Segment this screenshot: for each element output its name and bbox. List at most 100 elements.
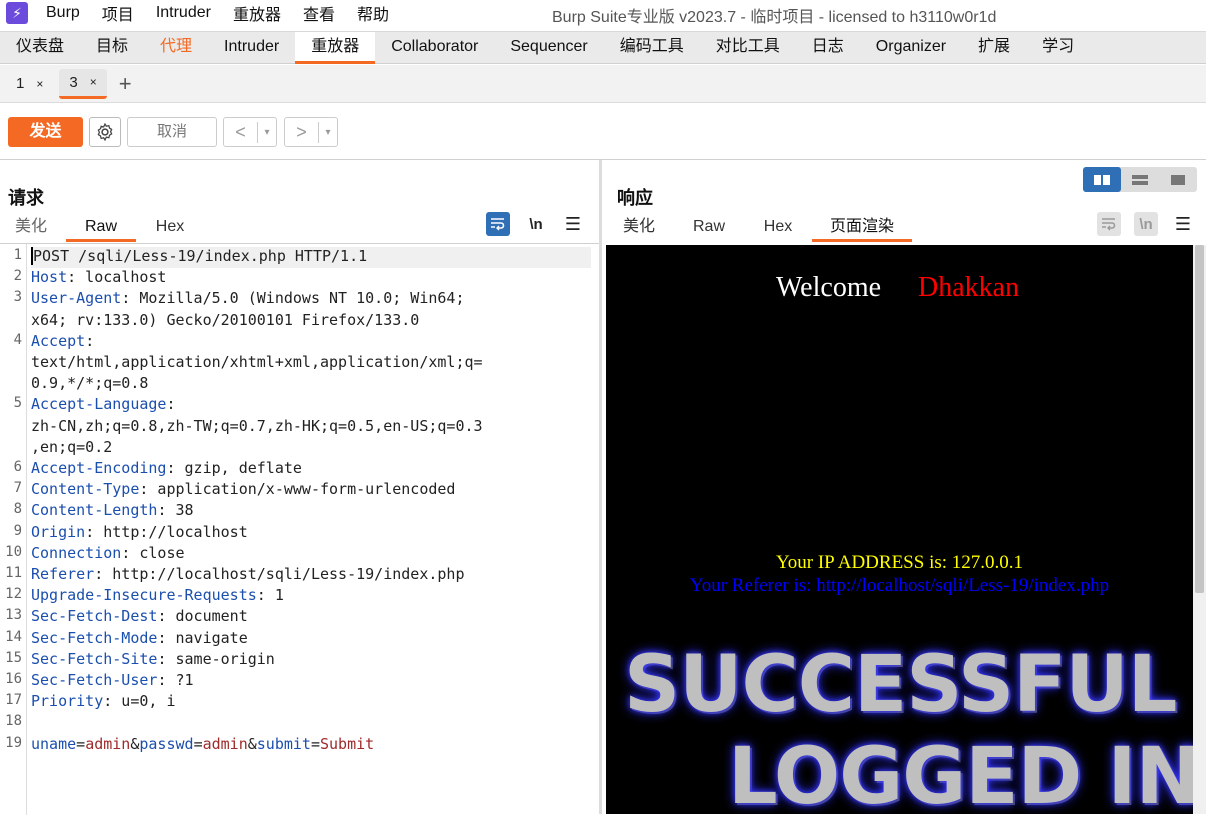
- code-text: &: [247, 734, 257, 753]
- response-tab-pretty[interactable]: 美化: [616, 215, 662, 242]
- tab-collaborator[interactable]: Collaborator: [375, 32, 494, 64]
- add-tab-icon[interactable]: +: [119, 71, 132, 97]
- code-line[interactable]: POST /sqli/Less-19/index.php HTTP/1.1: [31, 247, 591, 269]
- code-value: admin: [202, 734, 248, 753]
- tab-repeater[interactable]: 重放器: [295, 32, 376, 64]
- settings-button[interactable]: [89, 117, 121, 147]
- chevron-down-icon[interactable]: ▾: [258, 127, 276, 138]
- code-line[interactable]: Origin: http://localhost: [31, 523, 591, 544]
- code-key: Sec-Fetch-Dest: [31, 607, 158, 626]
- back-arrow-icon: <: [224, 121, 258, 143]
- response-scrollbar[interactable]: [1193, 245, 1206, 814]
- code-text: : gzip, deflate: [166, 459, 302, 477]
- code-line[interactable]: Sec-Fetch-User: ?1: [31, 671, 591, 692]
- forward-button[interactable]: > ▾: [284, 117, 338, 147]
- chevron-down-icon[interactable]: ▾: [319, 127, 337, 138]
- tab-intruder[interactable]: Intruder: [208, 32, 295, 64]
- tab-logger[interactable]: 日志: [796, 32, 860, 64]
- request-tab-hex[interactable]: Hex: [146, 215, 194, 242]
- code-line[interactable]: text/html,application/xhtml+xml,applicat…: [31, 353, 591, 374]
- request-editor[interactable]: 1 POST /sqli/Less-19/index.php HTTP/1.1 2 H…: [0, 243, 599, 815]
- code-line[interactable]: Sec-Fetch-Mode: navigate: [31, 629, 591, 650]
- code-line[interactable]: [31, 713, 591, 734]
- menu-burp[interactable]: Burp: [46, 4, 80, 22]
- line-number: 5: [13, 395, 22, 412]
- tab-sequencer[interactable]: Sequencer: [494, 32, 603, 64]
- tab-proxy[interactable]: 代理: [144, 32, 208, 64]
- response-tab-raw[interactable]: Raw: [686, 215, 732, 242]
- repeater-tab-3[interactable]: 3 ×: [59, 68, 107, 99]
- code-line[interactable]: Connection: close: [31, 544, 591, 565]
- repeater-tab-1[interactable]: 1 ×: [6, 69, 53, 99]
- single-pane-icon[interactable]: [1159, 167, 1197, 192]
- code-text: :: [85, 331, 95, 350]
- menu-help[interactable]: 帮助: [357, 1, 389, 25]
- menu-icon[interactable]: ☰: [1171, 212, 1195, 236]
- code-text: =: [310, 734, 320, 753]
- close-icon[interactable]: ×: [36, 77, 43, 91]
- code-line[interactable]: 0.9,*/*;q=0.8: [31, 374, 591, 395]
- tab-dashboard[interactable]: 仪表盘: [0, 32, 80, 64]
- code-line[interactable]: uname=admin&passwd=admin&submit=Submit: [31, 735, 591, 756]
- code-text: POST /sqli/Less-19/index.php HTTP/1.1: [31, 247, 368, 265]
- code-text: zh-CN,zh;q=0.8,zh-TW;q=0.7,zh-HK;q=0.5,e…: [31, 416, 483, 435]
- panel-splitter[interactable]: [599, 160, 602, 814]
- line-number: 13: [5, 607, 22, 624]
- code-line[interactable]: Referer: http://localhost/sqli/Less-19/i…: [31, 565, 591, 586]
- repeater-toolbar: 发送 取消 < ▾ > ▾: [0, 104, 1206, 160]
- menu-repeater[interactable]: 重放器: [233, 1, 281, 25]
- code-line[interactable]: Accept-Language:: [31, 395, 591, 416]
- code-line[interactable]: Sec-Fetch-Dest: document: [31, 607, 591, 628]
- code-line[interactable]: Accept-Encoding: gzip, deflate: [31, 459, 591, 480]
- code-line[interactable]: x64; rv:133.0) Gecko/20100101 Firefox/13…: [31, 311, 591, 332]
- code-line[interactable]: Host: localhost: [31, 268, 591, 289]
- line-number: 8: [13, 501, 22, 518]
- code-value: admin: [85, 734, 131, 753]
- menu-icon[interactable]: ☰: [561, 212, 585, 236]
- response-title: 响应: [617, 188, 653, 208]
- success-banner-line1: SUCCESSFUL: [624, 640, 1177, 730]
- show-newlines-icon[interactable]: \n: [524, 212, 548, 236]
- line-number: 11: [5, 565, 22, 581]
- layout-toggle[interactable]: [1083, 167, 1197, 192]
- split-vertical-icon[interactable]: [1121, 167, 1159, 192]
- code-text: : close: [121, 543, 185, 562]
- back-button[interactable]: < ▾: [223, 117, 277, 147]
- request-tab-raw[interactable]: Raw: [66, 215, 136, 242]
- code-line[interactable]: zh-CN,zh;q=0.8,zh-TW;q=0.7,zh-HK;q=0.5,e…: [31, 417, 591, 438]
- cancel-button[interactable]: 取消: [127, 117, 217, 147]
- tab-learn[interactable]: 学习: [1026, 32, 1090, 64]
- tab-organizer[interactable]: Organizer: [860, 32, 962, 64]
- wrap-lines-icon[interactable]: [1097, 212, 1121, 236]
- menu-view[interactable]: 查看: [303, 1, 335, 25]
- welcome-name: Dhakkan: [918, 272, 1020, 303]
- code-text: : localhost: [67, 268, 167, 287]
- code-line[interactable]: ,en;q=0.2: [31, 438, 591, 459]
- code-text: :: [166, 395, 176, 414]
- request-tab-pretty[interactable]: 美化: [8, 215, 54, 242]
- code-line[interactable]: Content-Type: application/x-www-form-url…: [31, 480, 591, 501]
- show-newlines-icon[interactable]: \n: [1134, 212, 1158, 236]
- response-tab-hex[interactable]: Hex: [757, 215, 799, 242]
- code-key: Upgrade-Insecure-Requests: [31, 586, 257, 605]
- code-line[interactable]: Content-Length: 38: [31, 501, 591, 522]
- menu-project[interactable]: 项目: [102, 1, 134, 25]
- tab-comparer[interactable]: 对比工具: [700, 32, 796, 64]
- code-line[interactable]: User-Agent: Mozilla/5.0 (Windows NT 10.0…: [31, 289, 591, 310]
- code-line[interactable]: Upgrade-Insecure-Requests: 1: [31, 586, 591, 607]
- send-button[interactable]: 发送: [8, 117, 83, 147]
- code-line[interactable]: Priority: u=0, i: [31, 692, 591, 713]
- code-line[interactable]: Sec-Fetch-Site: same-origin: [31, 650, 591, 671]
- tab-extensions[interactable]: 扩展: [962, 32, 1026, 64]
- code-text: : Mozilla/5.0 (Windows NT 10.0; Win64;: [121, 289, 465, 308]
- code-key: passwd: [139, 734, 194, 753]
- tab-target[interactable]: 目标: [80, 32, 144, 64]
- tab-decoder[interactable]: 编码工具: [604, 32, 700, 64]
- response-tab-render[interactable]: 页面渲染: [812, 215, 912, 242]
- code-line[interactable]: Accept:: [31, 332, 591, 353]
- wrap-lines-icon[interactable]: [486, 212, 510, 236]
- split-horizontal-icon[interactable]: [1083, 167, 1121, 192]
- close-icon[interactable]: ×: [90, 75, 97, 89]
- scrollbar-thumb[interactable]: [1195, 245, 1204, 593]
- menu-intruder[interactable]: Intruder: [156, 4, 211, 22]
